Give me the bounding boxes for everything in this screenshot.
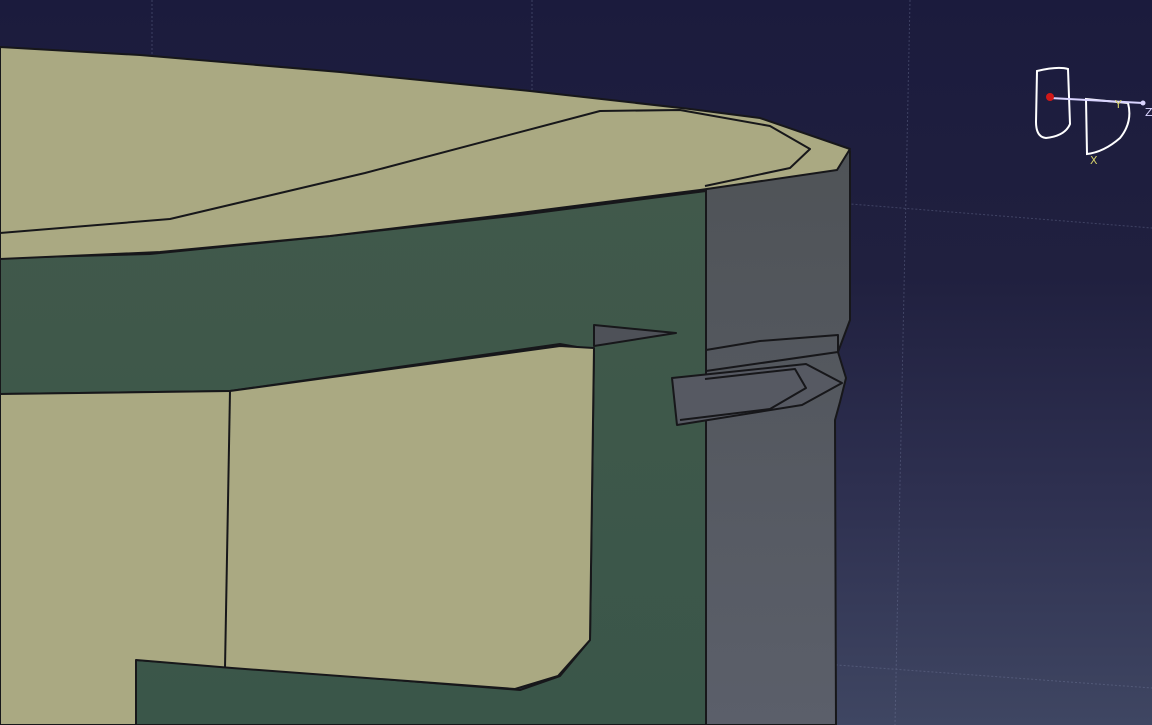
compass-right-shape [1084,97,1131,156]
3d-scene[interactable]: Y Z X [0,0,1152,725]
compass-axis-x-label: X [1090,154,1098,167]
compass-axis-z [1049,97,1144,104]
gray-side-wall[interactable] [699,150,851,725]
compass-axis-y-label: Y [1114,98,1122,111]
tan-lower-block[interactable] [0,345,595,725]
grid-line [894,0,911,725]
3d-viewport[interactable]: Y Z X [0,0,1152,725]
compass-axis-end-marker [1140,100,1146,106]
compass-axis-z-label: Z [1145,106,1152,119]
orientation-compass[interactable]: Y Z X [1034,66,1152,167]
cad-model[interactable] [0,46,851,725]
compass-origin-marker [1046,93,1054,101]
compass-left-shape [1034,66,1072,140]
